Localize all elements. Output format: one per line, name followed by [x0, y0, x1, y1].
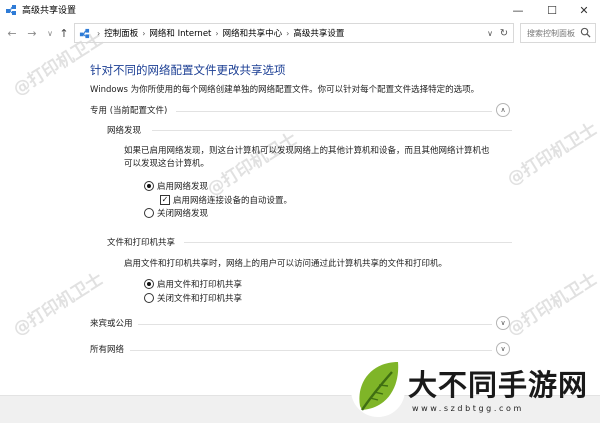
forward-button[interactable]: → [24, 25, 40, 41]
leaf-logo-icon [351, 362, 405, 417]
watermark: @打印机卫士 [203, 129, 301, 201]
all-networks-profile-label: 所有网络 [90, 345, 125, 355]
network-discovery-text-line1: 如果已启用网络发现，则这台计算机可以发现网络上的其他计算机和设备，而且其他网络计… [124, 146, 490, 156]
enable-file-sharing-label: 启用文件和打印机共享 [157, 280, 243, 290]
divider [152, 130, 512, 131]
network-discovery-heading: 网络发现 [107, 126, 142, 136]
window-title: 高级共享设置 [22, 6, 77, 16]
close-button[interactable]: ✕ [562, 0, 600, 20]
guest-public-profile-header[interactable]: 来宾或公用 ∨ [90, 316, 510, 331]
address-bar[interactable]: › 控制面板 › 网络和 Internet › 网络和共享中心 › 高级共享设置… [74, 23, 514, 43]
watermark: @打印机卫士 [503, 269, 600, 341]
disable-network-discovery-label: 关闭网络发现 [157, 209, 209, 219]
page-title: 针对不同的网络配置文件更改共享选项 [90, 63, 286, 77]
radio-unselected-icon [144, 208, 154, 218]
private-profile-label: 专用 (当前配置文件) [90, 106, 168, 116]
site-logo: 大不同手游网 www.szdbtgg.com [342, 352, 600, 423]
breadcrumb-separator[interactable]: › [142, 29, 145, 38]
back-button[interactable]: ← [4, 25, 20, 41]
breadcrumb-network-internet[interactable]: 网络和 Internet [149, 27, 211, 39]
radio-unselected-icon [144, 293, 154, 303]
guest-public-profile-label: 来宾或公用 [90, 319, 133, 329]
breadcrumb-separator[interactable]: › [286, 29, 289, 38]
collapse-chevron-icon[interactable]: ∧ [496, 103, 510, 117]
disable-file-sharing-label: 关闭文件和打印机共享 [157, 294, 243, 304]
radio-selected-icon [144, 181, 154, 191]
file-sharing-heading: 文件和打印机共享 [107, 238, 176, 248]
divider [176, 111, 492, 112]
divider [184, 242, 512, 243]
watermark: @打印机卫士 [503, 119, 600, 191]
expand-chevron-icon[interactable]: ∨ [496, 316, 510, 330]
breadcrumb-control-panel[interactable]: 控制面板 [104, 27, 138, 39]
checkbox-checked-icon: ✓ [160, 195, 170, 205]
address-dropdown[interactable]: ∨ [483, 24, 497, 42]
network-icon [79, 28, 90, 38]
divider [138, 324, 492, 325]
enable-file-sharing-radio[interactable]: 启用文件和打印机共享 [144, 278, 242, 290]
up-button[interactable]: ↑ [56, 25, 72, 41]
breadcrumb-separator: › [97, 28, 101, 38]
network-discovery-text-line2: 可以发现这台计算机。 [124, 159, 210, 169]
breadcrumb-advanced-sharing[interactable]: 高级共享设置 [293, 27, 344, 39]
private-profile-header[interactable]: 专用 (当前配置文件) ∧ [90, 103, 510, 118]
auto-setup-checkbox[interactable]: ✓ 启用网络连接设备的自动设置。 [160, 194, 292, 206]
disable-file-sharing-radio[interactable]: 关闭文件和打印机共享 [144, 292, 242, 304]
refresh-button[interactable]: ↻ [497, 24, 511, 42]
enable-network-discovery-label: 启用网络发现 [157, 182, 209, 192]
auto-setup-label: 启用网络连接设备的自动设置。 [173, 196, 293, 206]
breadcrumb-network-sharing-center[interactable]: 网络和共享中心 [223, 27, 283, 39]
disable-network-discovery-radio[interactable]: 关闭网络发现 [144, 207, 208, 219]
radio-selected-icon [144, 279, 154, 289]
enable-network-discovery-radio[interactable]: 启用网络发现 [144, 180, 208, 192]
divider [130, 350, 492, 351]
file-sharing-text: 启用文件和打印机共享时，网络上的用户可以访问通过此计算机共享的文件和打印机。 [124, 259, 448, 269]
network-icon [6, 5, 16, 15]
search-box[interactable]: 搜索控制面板 [520, 23, 596, 43]
breadcrumb-separator[interactable]: › [215, 29, 218, 38]
brand-url: www.szdbtgg.com [412, 404, 524, 413]
brand-name: 大不同手游网 [408, 368, 589, 402]
title-bar: 高级共享设置 — ☐ ✕ [0, 0, 600, 20]
navigation-bar: ← → ∨ ↑ › 控制面板 › 网络和 Internet › 网络和共享中心 … [0, 22, 600, 44]
page-description: Windows 为你所使用的每个网络创建单独的网络配置文件。你可以针对每个配置文… [90, 85, 480, 95]
search-input[interactable]: 搜索控制面板 [527, 28, 575, 39]
search-icon [580, 27, 591, 38]
